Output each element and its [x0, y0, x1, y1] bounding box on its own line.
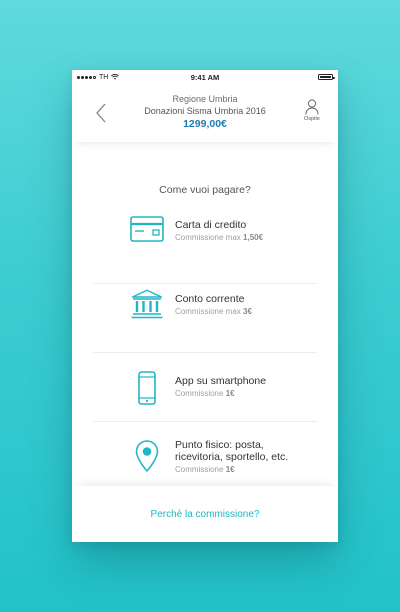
guest-account-button[interactable]: Ospite [296, 99, 328, 122]
option-name: Punto fisico: posta, ricevitoria, sportel… [175, 439, 289, 463]
footer: Perchè la commissione? [72, 486, 338, 542]
option-commission: Commissione 1€ [175, 389, 235, 398]
option-bank-account[interactable]: Conto corrente Commissione max 3€ [93, 284, 317, 353]
option-commission: Commissione 1€ [175, 465, 235, 474]
phone-screen: TH 9:41 AM Regione Umbria Donazioni Sism… [72, 70, 338, 542]
header: Regione Umbria Donazioni Sisma Umbria 20… [72, 84, 338, 142]
back-button[interactable] [92, 99, 110, 127]
campaign-title: Donazioni Sisma Umbria 2016 [144, 106, 266, 116]
commission-info-link[interactable]: Perchè la commissione? [151, 509, 260, 520]
credit-card-icon [127, 216, 167, 242]
guest-label: Ospite [304, 116, 320, 122]
user-icon [305, 99, 319, 115]
amount-label: 1299,00€ [183, 118, 227, 130]
option-commission: Commissione max 1,50€ [175, 233, 264, 242]
chevron-left-icon [96, 103, 106, 123]
payment-options-list: Carta di credito Commissione max 1,50€ C… [72, 215, 338, 491]
option-name: Carta di credito [175, 219, 247, 231]
region-title: Regione Umbria [172, 94, 238, 104]
option-physical-point[interactable]: Punto fisico: posta, ricevitoria, sportel… [93, 422, 317, 491]
option-commission: Commissione max 3€ [175, 307, 252, 316]
battery-icon [318, 74, 335, 80]
option-smartphone-app[interactable]: App su smartphone Commissione 1€ [93, 353, 317, 422]
bank-icon [127, 289, 167, 319]
smartphone-icon [127, 371, 167, 405]
status-bar: TH 9:41 AM [72, 70, 338, 84]
option-name: App su smartphone [175, 375, 267, 387]
status-time: 9:41 AM [190, 72, 220, 82]
option-name: Conto corrente [175, 293, 245, 305]
option-credit-card[interactable]: Carta di credito Commissione max 1,50€ [93, 215, 317, 284]
location-pin-icon [127, 440, 167, 472]
payment-question: Come vuoi pagare? [159, 184, 251, 196]
header-titles: Regione Umbria Donazioni Sisma Umbria 20… [144, 93, 266, 131]
